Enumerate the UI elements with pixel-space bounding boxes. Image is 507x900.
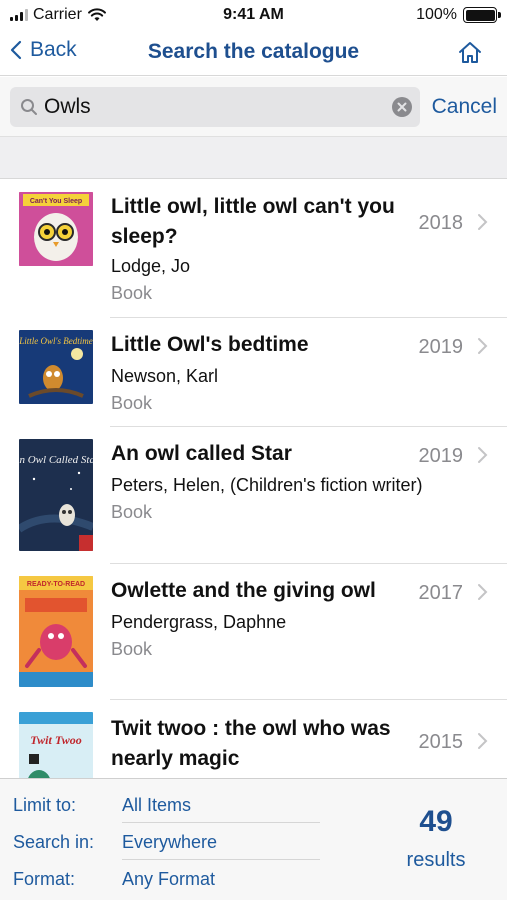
- result-format: Book: [111, 639, 153, 659]
- result-author: Newson, Karl: [111, 366, 219, 386]
- filter-bar: Limit to: All Items Search in: Everywher…: [0, 778, 507, 900]
- result-row[interactable]: READY-TO-READ Owlette and the giving owl…: [0, 564, 507, 700]
- chevron-right-icon: [478, 584, 488, 600]
- book-cover-image: Twit Twoo: [19, 712, 93, 778]
- cover-text: An Owl Called Star: [19, 454, 93, 466]
- cover-text: Can't You Sleep: [30, 198, 82, 205]
- format-value[interactable]: Any Format: [122, 869, 215, 890]
- cover-text: READY-TO-READ: [27, 581, 85, 588]
- result-format: Book: [111, 393, 153, 413]
- cover-text: Twit Twoo: [30, 733, 81, 747]
- chevron-left-icon: [10, 40, 22, 60]
- chevron-right-icon: [478, 214, 488, 230]
- format-filter[interactable]: Format: Any Format: [0, 861, 330, 897]
- search-icon: [21, 99, 37, 115]
- result-count-label: results: [406, 849, 466, 871]
- result-year: 2019: [418, 445, 464, 467]
- limit-to-filter[interactable]: Limit to: All Items: [0, 787, 330, 823]
- result-row[interactable]: An Owl Called Star An owl called Star Pe…: [0, 427, 507, 564]
- search-input[interactable]: [44, 87, 384, 127]
- chevron-right-icon: [478, 338, 488, 354]
- status-right: 100%: [416, 6, 501, 24]
- result-row[interactable]: Twit Twoo Twit twoo : the owl who was ne…: [0, 700, 507, 778]
- result-author: Peters, Helen, (Children's fiction write…: [111, 475, 423, 495]
- chevron-right-icon: [478, 733, 488, 749]
- book-cover-image: An Owl Called Star: [19, 439, 93, 551]
- book-cover-image: Little Owl's Bedtime: [19, 330, 93, 404]
- results-list[interactable]: Can't You Sleep Little owl, little owl c…: [0, 180, 507, 778]
- cover-text: Little Owl's Bedtime: [19, 336, 93, 346]
- result-title: Little owl, little owl can't you sleep?: [111, 195, 395, 248]
- search-bar: Cancel: [0, 77, 507, 137]
- back-label: Back: [30, 38, 77, 61]
- result-year: 2015: [418, 731, 464, 753]
- result-year: 2017: [418, 582, 464, 604]
- result-title: Little Owl's bedtime: [111, 333, 309, 356]
- status-bar: Carrier 9:41 AM 100%: [0, 0, 507, 30]
- limit-to-value[interactable]: All Items: [122, 795, 191, 816]
- result-author: Lodge, Jo: [111, 256, 191, 276]
- result-year: 2018: [418, 212, 464, 234]
- clear-icon[interactable]: [392, 97, 412, 117]
- back-button[interactable]: Back: [10, 38, 77, 62]
- search-in-label: Search in:: [13, 832, 95, 852]
- format-label: Format:: [13, 869, 76, 889]
- chevron-right-icon: [478, 447, 488, 463]
- home-icon[interactable]: [457, 40, 483, 66]
- cancel-button[interactable]: Cancel: [432, 95, 497, 119]
- search-in-filter[interactable]: Search in: Everywhere: [0, 824, 330, 860]
- result-year: 2019: [418, 336, 464, 358]
- book-cover-image: Can't You Sleep: [19, 192, 93, 266]
- search-field[interactable]: [10, 87, 420, 127]
- result-format: Book: [111, 502, 153, 522]
- result-title: Owlette and the giving owl: [111, 579, 376, 602]
- battery-icon: [463, 7, 501, 23]
- result-format: Book: [111, 283, 153, 303]
- result-row[interactable]: Can't You Sleep Little owl, little owl c…: [0, 180, 507, 318]
- result-count-number: 49: [419, 805, 453, 838]
- book-cover-image: READY-TO-READ: [19, 576, 93, 687]
- search-in-value[interactable]: Everywhere: [122, 832, 217, 853]
- result-row[interactable]: Little Owl's Bedtime Little Owl's bedtim…: [0, 318, 507, 427]
- nav-bar: Back Search the catalogue: [0, 30, 507, 76]
- results-header-band: [0, 137, 507, 179]
- limit-to-label: Limit to:: [13, 795, 77, 815]
- result-title: An owl called Star: [111, 442, 292, 465]
- result-author: Pendergrass, Daphne: [111, 612, 287, 632]
- result-title: Twit twoo : the owl who was nearly magic: [111, 717, 391, 770]
- battery-percent: 100%: [416, 6, 457, 23]
